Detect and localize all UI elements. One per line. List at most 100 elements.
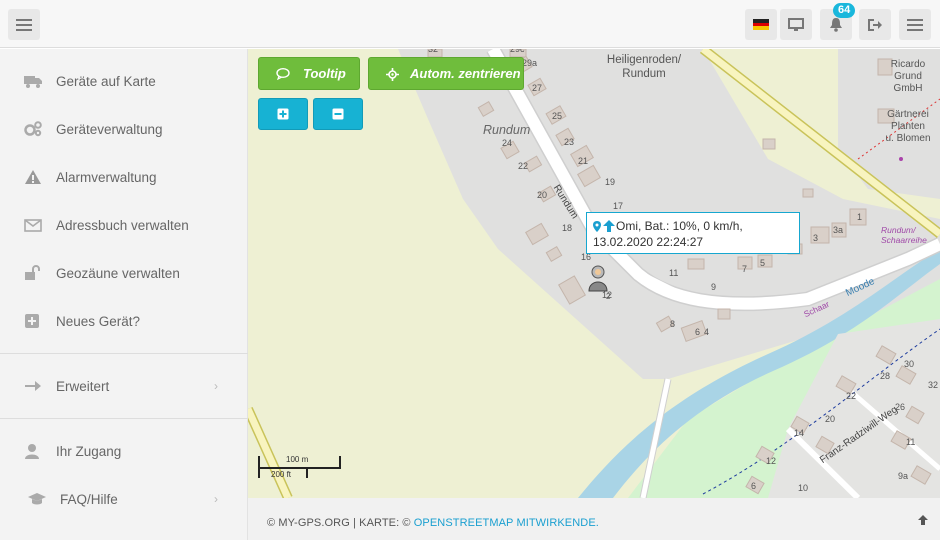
sidebar-item-device-management[interactable]: Geräteverwaltung xyxy=(0,109,248,149)
map-district-label: Rundum xyxy=(483,123,531,137)
desktop-view-button[interactable] xyxy=(780,9,812,40)
sidebar-item-faq[interactable]: FAQ/Hilfe › xyxy=(0,479,248,519)
osm-contributors-link[interactable]: OPENSTREETMAP MITWIRKENDE. xyxy=(414,517,599,529)
map-housenumber: 27 xyxy=(532,83,543,93)
map-marker-icon xyxy=(593,220,601,232)
sidebar-item-new-device[interactable]: Neues Gerät? xyxy=(0,301,248,341)
truck-icon xyxy=(24,76,42,88)
map-housenumber: 2 xyxy=(606,292,611,301)
map-poi-label-line: u. Blomen xyxy=(885,133,931,144)
plus-square-icon xyxy=(25,314,39,328)
unlock-icon xyxy=(25,265,40,280)
popup-line-1: Omi, Bat.: 10%, 0 km/h, xyxy=(593,218,793,234)
sidebar-item-label: Neues Gerät? xyxy=(56,313,141,329)
autocenter-button-label: Autom. zentrieren xyxy=(410,66,521,81)
popup-status-text: Omi, Bat.: 10%, 0 km/h, xyxy=(616,219,743,233)
map-housenumber: 14 xyxy=(794,428,805,438)
arrow-up-icon xyxy=(918,515,928,525)
speech-bubble-icon xyxy=(276,68,290,80)
map-housenumber: 9 xyxy=(711,282,717,292)
map-housenumber: 9a xyxy=(898,471,909,481)
notification-badge: 64 xyxy=(833,3,856,18)
chevron-right-icon: › xyxy=(214,492,218,506)
sidebar-item-geofences[interactable]: Geozäune verwalten xyxy=(0,253,248,293)
map-housenumber: 28 xyxy=(880,371,891,381)
map-housenumber: 30 xyxy=(904,359,915,369)
menu-icon xyxy=(907,18,923,31)
map-housenumber: 3a xyxy=(833,225,844,235)
sidebar: Geräte auf Karte Geräteverwaltung Alarmv… xyxy=(0,49,248,540)
logout-button[interactable] xyxy=(859,9,891,40)
plus-square-icon xyxy=(277,108,289,120)
hamburger-icon xyxy=(16,18,32,31)
map-housenumber: 1 xyxy=(857,212,863,222)
sidebar-item-label: Alarmverwaltung xyxy=(56,169,157,185)
arrow-right-icon xyxy=(25,381,41,391)
map-stop-label-line: Schaarreihe xyxy=(881,235,927,245)
map-housenumber: 8 xyxy=(670,319,676,329)
german-flag-icon xyxy=(753,19,769,30)
sidebar-item-alarm-management[interactable]: Alarmverwaltung xyxy=(0,157,248,197)
sidebar-item-label: FAQ/Hilfe xyxy=(60,491,118,507)
sidebar-toggle-button[interactable] xyxy=(8,9,40,40)
top-bar: 64 xyxy=(0,0,940,48)
device-info-popup: Omi, Bat.: 10%, 0 km/h, 13.02.2020 22:24… xyxy=(586,212,800,254)
language-button[interactable] xyxy=(745,9,777,40)
tooltip-button-label: Tooltip xyxy=(303,66,346,81)
map-place-label: Heiligenroden/ Rundum xyxy=(589,53,699,81)
map-poi-label-line: GmbH xyxy=(893,83,923,94)
autocenter-button[interactable]: Autom. zentrieren xyxy=(368,57,524,90)
map-housenumber: 11 xyxy=(669,268,679,278)
footer-prefix: © MY-GPS.ORG | KARTE: © xyxy=(267,517,414,529)
map-housenumber: 6 xyxy=(695,327,701,337)
popup-timestamp: 13.02.2020 22:24:27 xyxy=(593,235,704,249)
map-housenumber: 29c xyxy=(510,49,525,54)
crosshair-icon xyxy=(386,68,399,81)
map-housenumber: 21 xyxy=(578,156,589,166)
map-poi-label-line: Planten xyxy=(891,121,925,132)
map-place-label-line: Rundum xyxy=(622,68,666,80)
sidebar-item-account[interactable]: Ihr Zugang xyxy=(0,431,248,471)
map-housenumber: 32 xyxy=(428,49,439,54)
map-housenumber: 4 xyxy=(704,327,710,337)
map-housenumber: 3 xyxy=(813,233,819,243)
map-housenumber: 32 xyxy=(928,380,939,390)
map-housenumber: 20 xyxy=(537,190,548,200)
sidebar-item-label: Ihr Zugang xyxy=(56,443,122,459)
map-poi-label-line: Gärtnerei xyxy=(887,109,929,120)
map-housenumber: 24 xyxy=(502,138,513,148)
map-stop-label-line: Rundum/ xyxy=(881,225,916,235)
map-housenumber: 19 xyxy=(605,177,616,187)
logout-icon xyxy=(868,18,882,31)
scale-metric-label: 100 m xyxy=(286,455,309,464)
sidebar-item-address-book[interactable]: Adressbuch verwalten xyxy=(0,205,248,245)
footer-attribution: © MY-GPS.ORG | KARTE: © OPENSTREETMAP MI… xyxy=(267,517,599,529)
map-housenumber: 23 xyxy=(564,137,575,147)
chevron-right-icon: › xyxy=(214,379,218,393)
sidebar-item-devices-on-map[interactable]: Geräte auf Karte xyxy=(0,61,248,101)
map-poi-label-line: Grund xyxy=(894,71,922,82)
envelope-icon xyxy=(24,219,42,232)
map-housenumber: 10 xyxy=(798,483,809,493)
map-housenumber: 17 xyxy=(613,201,624,211)
zoom-out-button[interactable] xyxy=(313,98,363,130)
sidebar-item-label: Geräteverwaltung xyxy=(56,121,163,137)
sidebar-item-advanced[interactable]: Erweitert › xyxy=(0,366,248,406)
map-poi-label: Gärtnerei Planten u. Blomen xyxy=(878,109,938,145)
map-place-label-line: Heiligenroden/ xyxy=(606,54,682,66)
monitor-icon xyxy=(788,17,804,31)
sidebar-divider xyxy=(0,353,248,354)
minus-square-icon xyxy=(332,108,344,120)
bell-icon xyxy=(830,18,842,32)
map-housenumber: 5 xyxy=(760,258,766,268)
map-housenumber: 20 xyxy=(825,414,836,424)
tooltip-toggle-button[interactable]: Tooltip xyxy=(258,57,360,90)
map-housenumber: 7 xyxy=(742,264,748,274)
graduation-cap-icon xyxy=(28,493,46,505)
map-housenumber: 11 xyxy=(906,437,916,447)
zoom-in-button[interactable] xyxy=(258,98,308,130)
main-menu-button[interactable] xyxy=(899,9,931,40)
scroll-top-button[interactable] xyxy=(918,514,928,528)
map-poi-label-line: Ricardo xyxy=(890,59,926,70)
notifications-button[interactable]: 64 xyxy=(820,3,856,40)
